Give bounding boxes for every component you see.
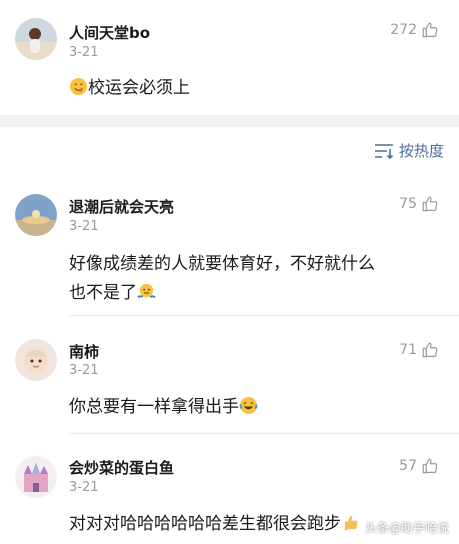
- comment-text: 对对对哈哈哈哈哈哈差生都很会跑步: [69, 514, 341, 534]
- username[interactable]: 退潮后就会天亮: [69, 196, 174, 217]
- section-divider: [0, 115, 459, 127]
- comment-text-line-2: 也不是了: [69, 283, 137, 303]
- username[interactable]: 会炒菜的蛋白鱼: [69, 457, 174, 478]
- comment-text-row: 好像成绩差的人就要体育好，不好就什么 也不是了: [69, 250, 444, 308]
- comment-text-line-1: 好像成绩差的人就要体育好，不好就什么: [69, 254, 375, 274]
- shrug-face-emoji: [137, 282, 156, 301]
- thumbs-up-icon: [422, 22, 438, 38]
- thumbs-up-emoji: [341, 513, 360, 532]
- laughing-tears-face-emoji: [239, 396, 258, 415]
- comment-date: 3-21: [69, 363, 99, 378]
- comment-text-row: 校运会必须上: [69, 74, 444, 103]
- comment-date: 3-21: [69, 219, 99, 234]
- watermark-text: 头条@助手哈说: [364, 521, 449, 535]
- comment-date: 3-21: [69, 45, 99, 60]
- comment-text: 你总要有一样拿得出手: [69, 397, 239, 417]
- thumbs-up-icon: [422, 342, 438, 358]
- comment-separator: [69, 315, 459, 316]
- thumbs-up-icon: [422, 196, 438, 212]
- like-count: 272: [390, 22, 417, 38]
- like-count: 71: [399, 342, 417, 358]
- sort-label: 按热度: [398, 142, 444, 160]
- comment-text-row: 你总要有一样拿得出手: [69, 393, 444, 422]
- like-count: 57: [399, 458, 417, 474]
- like-button[interactable]: 75: [399, 195, 439, 213]
- sort-by-hot-button[interactable]: 按热度: [374, 140, 444, 161]
- comment-separator: [69, 433, 459, 434]
- avatar[interactable]: [15, 18, 57, 60]
- like-button[interactable]: 272: [390, 21, 439, 39]
- thumbs-up-icon: [422, 458, 438, 474]
- comment-text: 校运会必须上: [88, 78, 190, 98]
- like-count: 75: [399, 196, 417, 212]
- username[interactable]: 南柿: [69, 341, 99, 362]
- username[interactable]: 人间天堂bo: [69, 22, 150, 43]
- like-button[interactable]: 57: [399, 457, 439, 475]
- yum-face-emoji: [69, 77, 88, 96]
- avatar[interactable]: [15, 194, 57, 236]
- comment-date: 3-21: [69, 480, 99, 495]
- avatar[interactable]: [15, 456, 57, 498]
- watermark: 头条@助手哈说: [365, 519, 449, 536]
- avatar[interactable]: [15, 339, 57, 381]
- sort-lines-icon: [374, 143, 394, 159]
- like-button[interactable]: 71: [399, 341, 439, 359]
